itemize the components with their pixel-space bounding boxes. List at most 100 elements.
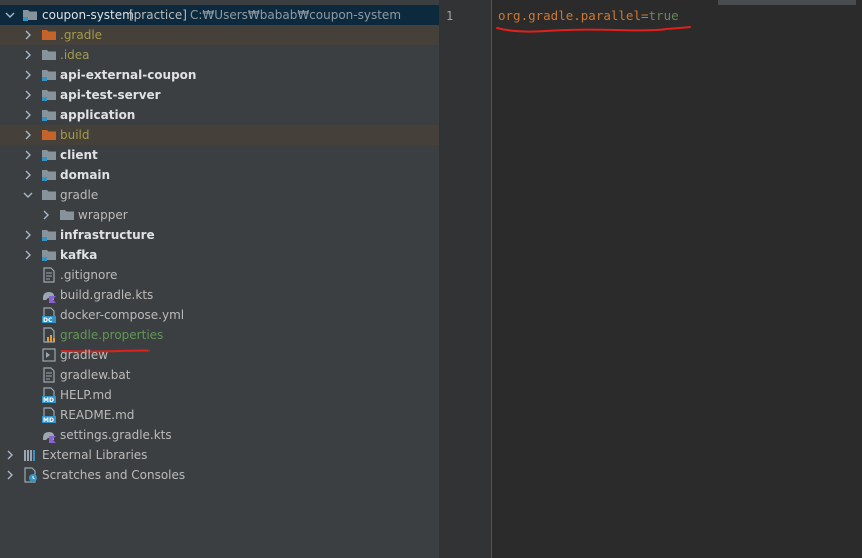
folder-icon [41,47,57,63]
chevron-right-icon[interactable] [23,225,33,245]
tree-item-label: infrastructure [60,228,155,242]
tree-item-build[interactable]: build [0,125,439,145]
spelling-squiggle [41,20,128,32]
chevron-right-icon[interactable] [23,65,33,85]
project-tool-window: coupon-system [practice] C:₩Users₩babab₩… [0,0,439,558]
tree-item-label: kafka [60,248,98,262]
shell-script-icon [41,347,57,363]
module-folder-icon [41,67,57,83]
module-folder-icon [41,167,57,183]
tree-item-gitignore[interactable]: .gitignore [0,265,439,285]
spelling-squiggle [59,120,124,132]
tree-item-docker-compose[interactable]: DC docker-compose.yml [0,305,439,325]
module-folder-icon [41,247,57,263]
editor-gutter: 1 [440,0,492,558]
tree-item-label: domain [60,168,111,182]
tree-item-label: .idea [60,48,90,62]
code-editor[interactable]: 1 org.gradle.parallel=true [440,0,862,558]
tree-item-settings-gradle-kts[interactable]: settings.gradle.kts [0,425,439,445]
chevron-down-icon[interactable] [5,5,15,25]
tree-item-label: build [60,128,90,142]
tree-item-label: README.md [60,408,135,422]
chevron-right-icon[interactable] [23,85,33,105]
project-root-badge: [practice] [129,8,187,22]
tree-item-gradle-cache[interactable]: .gradle [0,25,439,45]
chevron-right-icon[interactable] [23,45,33,65]
svg-text:MD: MD [43,417,54,423]
libraries-icon [22,447,38,463]
tree-item-label: .gitignore [60,268,118,282]
tree-item-readme-md[interactable]: MD README.md [0,405,439,425]
chevron-right-icon[interactable] [23,125,33,145]
property-equals: = [641,8,649,23]
docker-file-icon: DC [41,307,57,324]
gradle-kotlin-file-icon [41,427,57,443]
module-folder-icon [22,7,38,23]
chevron-right-icon[interactable] [5,465,15,485]
tree-item-label: gradlew.bat [60,368,131,382]
tree-item-application[interactable]: application [0,105,439,132]
tree-item-label: gradlew [60,348,109,362]
excluded-folder-icon [41,27,57,43]
tree-item-scratches[interactable]: Scratches and Consoles [0,465,439,485]
svg-text:DC: DC [43,317,53,323]
chevron-down-icon[interactable] [23,185,33,205]
tree-item-label: Scratches and Consoles [42,468,186,482]
markdown-file-icon: MD [41,407,57,424]
tree-item-idea[interactable]: .idea [0,45,439,65]
tree-item-label: wrapper [78,208,128,222]
properties-file-icon [41,327,57,343]
tree-item-label: gradle.properties [60,328,164,342]
chevron-right-icon[interactable] [23,105,33,125]
tree-item-label: client [60,148,98,162]
folder-icon [41,187,57,203]
tree-item-label: HELP.md [60,388,112,402]
excluded-folder-icon [41,127,57,143]
chevron-right-icon[interactable] [23,25,33,45]
project-root-row[interactable]: coupon-system [practice] C:₩Users₩babab₩… [0,5,439,32]
project-root-path: C:₩Users₩babab₩coupon-system [190,8,402,22]
code-line-1[interactable]: org.gradle.parallel=true [498,8,679,23]
red-annotation-underline [496,24,692,34]
tree-item-gradle[interactable]: gradle [0,185,439,205]
tree-item-wrapper[interactable]: wrapper [0,205,439,225]
tree-item-label: build.gradle.kts [60,288,154,302]
tree-item-label: api-external-coupon [60,68,197,82]
text-file-icon [41,367,57,383]
tree-item-client[interactable]: client [0,145,439,165]
tree-item-label: .gradle [60,28,103,42]
tree-item-gradlew-bat[interactable]: gradlew.bat [0,365,439,385]
tree-item-gradlew[interactable]: gradlew [0,345,439,365]
chevron-right-icon[interactable] [23,165,33,185]
tree-item-label: api-test-server [60,88,161,102]
tree-item-api-test-server[interactable]: api-test-server [0,85,439,105]
tree-item-help-md[interactable]: MD HELP.md [0,385,439,405]
tree-item-gradle-properties[interactable]: gradle.properties [0,325,439,353]
horizontal-scrollbar[interactable] [718,0,856,5]
tree-item-build-gradle-kts[interactable]: build.gradle.kts [0,285,439,305]
tree-item-api-external-coupon[interactable]: api-external-coupon [0,65,439,85]
tree-item-label: gradle [60,188,99,202]
tree-item-external-libraries[interactable]: External Libraries [0,445,439,465]
property-value: true [648,8,679,23]
module-folder-icon [41,227,57,243]
tree-item-infrastructure[interactable]: infrastructure [0,225,439,245]
text-file-icon [41,267,57,283]
chevron-right-icon[interactable] [23,145,33,165]
line-number: 1 [446,9,454,23]
tree-item-label: docker-compose.yml [60,308,185,322]
chevron-right-icon[interactable] [5,445,15,465]
folder-icon [59,207,75,223]
svg-text:MD: MD [43,397,54,403]
markdown-file-icon: MD [41,387,57,404]
scratches-icon [22,467,38,483]
tree-item-label: External Libraries [42,448,148,462]
property-key: org.gradle.parallel [498,8,641,23]
tree-item-label: settings.gradle.kts [60,428,172,442]
tree-item-domain[interactable]: domain [0,165,439,185]
chevron-right-icon[interactable] [23,245,33,265]
tree-item-kafka[interactable]: kafka [0,245,439,265]
module-folder-icon [41,147,57,163]
gradle-kotlin-file-icon [41,287,57,303]
chevron-right-icon[interactable] [41,205,51,225]
